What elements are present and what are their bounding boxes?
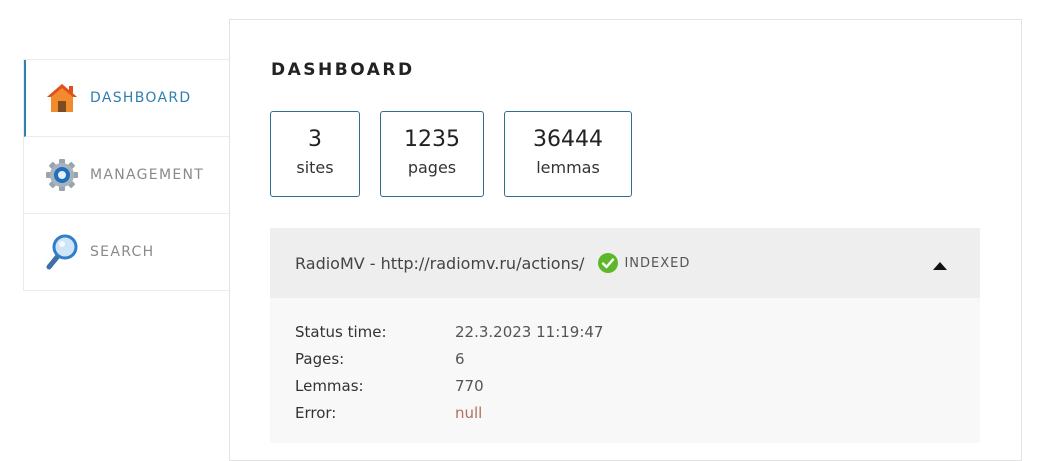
status-text: INDEXED — [624, 255, 691, 271]
sidebar-item-label: MANAGEMENT — [90, 167, 205, 183]
stat-card-pages: 1235 pages — [380, 111, 484, 197]
stat-label: sites — [296, 158, 334, 177]
stat-card-lemmas: 36444 lemmas — [504, 111, 632, 197]
detail-row-pages: Pages: 6 — [295, 345, 955, 372]
sidebar-item-label: DASHBOARD — [90, 90, 192, 106]
magnifier-icon — [44, 234, 80, 270]
check-circle-icon — [598, 253, 619, 273]
detail-row-status-time: Status time: 22.3.2023 11:19:47 — [295, 318, 955, 345]
stat-label: lemmas — [536, 158, 600, 177]
sidebar-item-search[interactable]: SEARCH — [24, 214, 230, 290]
home-icon — [44, 80, 80, 116]
gear-icon — [44, 157, 80, 193]
detail-key: Error: — [295, 403, 337, 422]
sidebar-item-dashboard[interactable]: DASHBOARD — [24, 60, 230, 137]
sidebar-item-management[interactable]: MANAGEMENT — [24, 137, 230, 214]
sidebar-nav: DASHBOARD MANAGEMENT SEARCH — [23, 59, 230, 291]
detail-value: 22.3.2023 11:19:47 — [455, 322, 604, 341]
stat-card-sites: 3 sites — [270, 111, 360, 197]
detail-value: null — [455, 403, 483, 422]
collapse-arrow-icon[interactable] — [932, 257, 948, 270]
site-name: RadioMV - http://radiomv.ru/actions/ — [295, 253, 585, 273]
detail-value: 6 — [455, 349, 465, 368]
stat-value: 3 — [308, 127, 322, 152]
site-accordion: RadioMV - http://radiomv.ru/actions/ IND… — [270, 228, 980, 443]
status-badge: INDEXED — [598, 253, 690, 273]
stat-label: pages — [407, 158, 457, 177]
site-header[interactable]: RadioMV - http://radiomv.ru/actions/ IND… — [270, 228, 980, 298]
detail-key: Status time: — [295, 322, 387, 341]
detail-value: 770 — [455, 376, 484, 395]
page-title: DASHBOARD — [271, 60, 415, 80]
detail-row-error: Error: null — [295, 399, 955, 426]
sidebar-item-label: SEARCH — [90, 244, 155, 260]
stat-value: 1235 — [404, 127, 460, 152]
detail-key: Lemmas: — [295, 376, 364, 395]
main-panel: DASHBOARD 3 sites 1235 pages 36444 lemma… — [229, 19, 1022, 461]
site-details: Status time: 22.3.2023 11:19:47 Pages: 6… — [270, 298, 980, 443]
detail-key: Pages: — [295, 349, 345, 368]
stat-value: 36444 — [533, 127, 603, 152]
detail-row-lemmas: Lemmas: 770 — [295, 372, 955, 399]
